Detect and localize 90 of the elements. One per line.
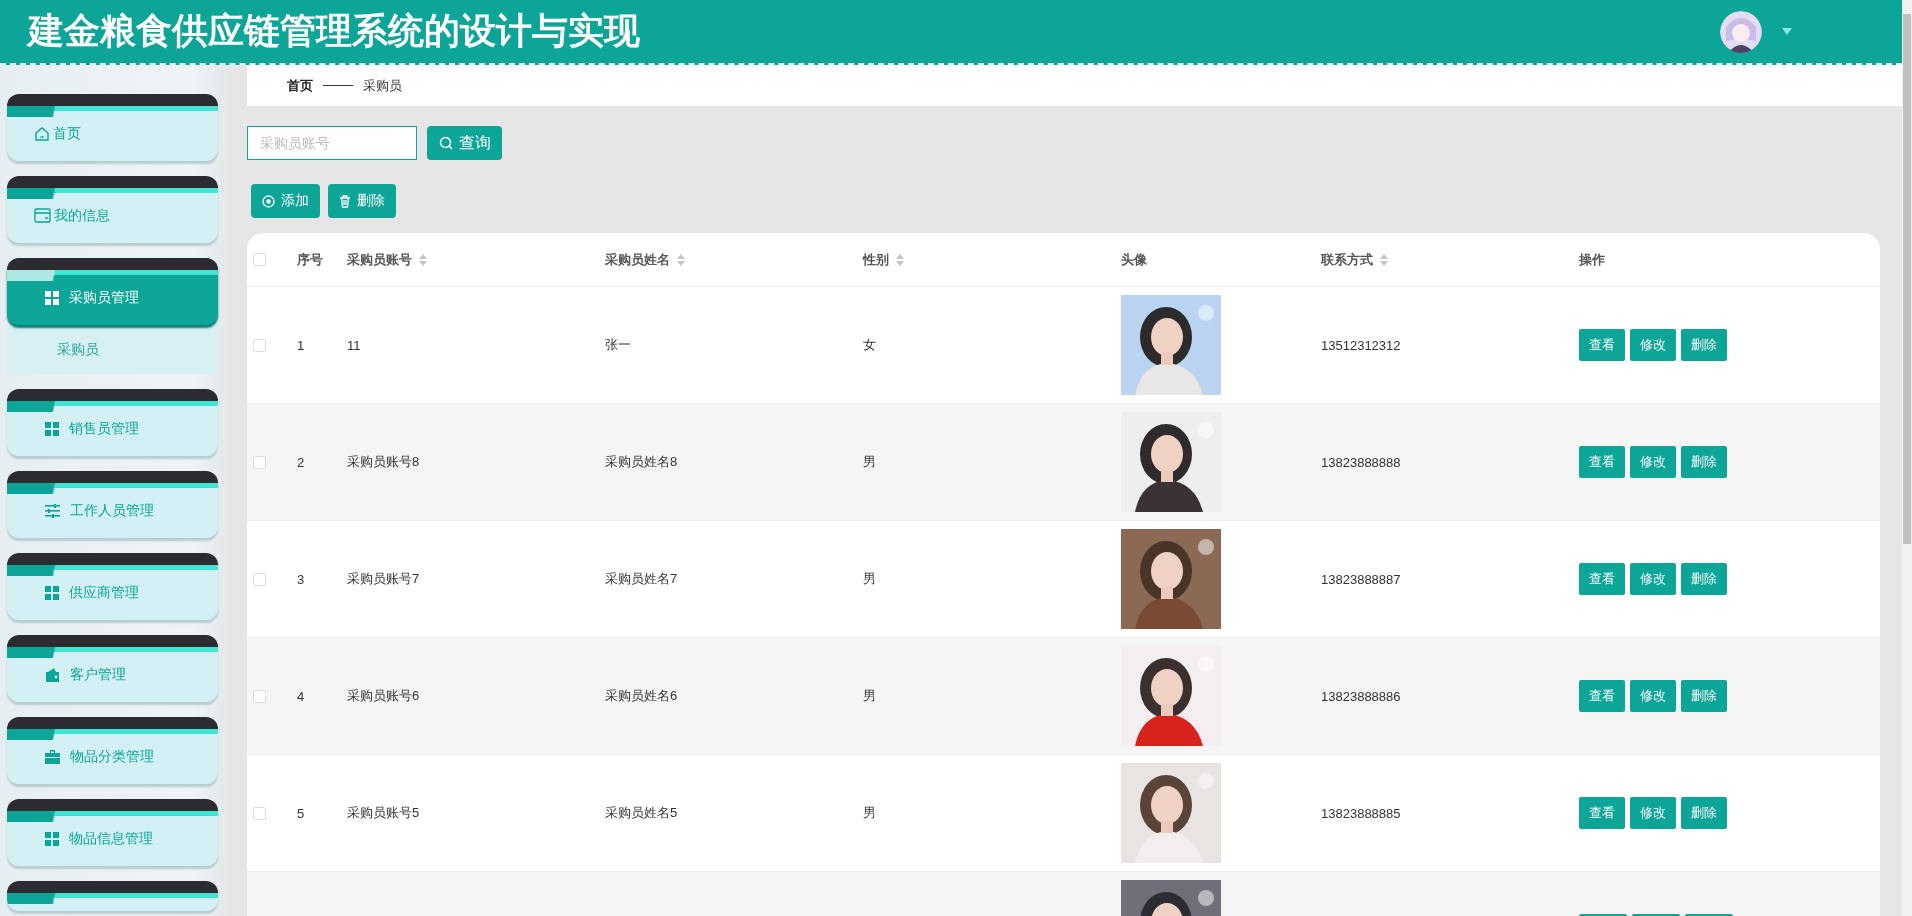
grid-icon [45,290,59,305]
select-all-checkbox[interactable] [253,253,266,266]
wallet-icon [45,667,60,682]
table-cell: 13823888885 [1321,805,1401,821]
table-cell: 13823888886 [1321,688,1401,704]
table-cell: 采购员姓名8 [605,454,678,469]
caret-icon[interactable] [1782,28,1792,35]
table-cell: 采购员姓名7 [605,571,678,586]
table-cell: 1 [297,337,305,353]
sidebar-item[interactable] [7,881,218,911]
action-button[interactable]: 修改 [1630,329,1676,361]
sort-icon[interactable] [419,253,427,266]
row-checkbox[interactable] [253,806,266,820]
column-header: 操作 [1579,250,1605,269]
table-cell: 采购员姓名6 [605,688,678,703]
table-cell: 采购员账号8 [347,454,420,469]
search-icon [439,136,453,150]
briefcase-icon [45,749,60,764]
table-cell: 13823888887 [1321,571,1401,587]
table-cell: 2 [297,454,305,470]
sidebar-item[interactable]: 工作人员管理 [7,471,218,538]
action-button[interactable]: 修改 [1630,446,1676,478]
action-button[interactable]: 查看 [1579,797,1625,829]
column-header[interactable]: 采购员账号 [347,250,412,269]
row-checkbox[interactable] [253,572,266,586]
card-icon [34,208,51,223]
breadcrumb-link[interactable]: 首页 [287,76,313,95]
submenu-item[interactable]: 采购员 [7,325,218,374]
sidebar-item[interactable]: 物品分类管理 [7,717,218,784]
grid-icon [45,585,59,600]
sidebar-item[interactable]: 供应商管理 [7,553,218,620]
breadcrumb-link[interactable]: 采购员 [363,76,402,95]
home-icon [34,125,50,142]
action-button[interactable]: 查看 [1579,563,1625,595]
sidebar-item[interactable]: 采购员管理 [7,258,218,325]
table-cell: 采购员姓名5 [605,805,678,820]
sort-icon[interactable] [1380,253,1388,266]
table-cell: 13823888888 [1321,454,1401,470]
sidebar-item[interactable]: 客户管理 [7,635,218,702]
sidebar-item[interactable]: 首页 [7,94,218,161]
search-field[interactable]: 采购员账号 [247,126,417,160]
sidebar-item[interactable]: 物品信息管理 [7,799,218,866]
action-button[interactable]: 查看 [1579,446,1625,478]
action-button[interactable]: 删除 [1681,446,1727,478]
table-cell: 4 [297,688,305,704]
search-button[interactable]: 查询 [427,126,502,160]
column-header: 头像 [1121,250,1147,269]
table-cell: 张一 [605,337,631,352]
table-cell: 采购员账号5 [347,805,420,820]
table-cell: 采购员账号7 [347,571,420,586]
table-cell: 11 [347,337,361,353]
action-button[interactable]: 修改 [1630,797,1676,829]
table-cell: 采购员账号6 [347,688,420,703]
action-button[interactable]: 查看 [1579,329,1625,361]
table-cell: 女 [863,337,876,352]
avatar[interactable] [1720,10,1762,53]
column-header: 序号 [297,250,323,269]
column-header[interactable]: 性别 [863,250,889,269]
sort-icon[interactable] [896,253,904,266]
table-cell: 男 [863,454,876,469]
table-cell: 男 [863,805,876,820]
action-button[interactable]: 删除 [1681,563,1727,595]
grid-icon [45,831,59,846]
row-checkbox[interactable] [253,455,266,469]
action-button[interactable]: 修改 [1630,563,1676,595]
delete-button[interactable]: 删除 [328,184,396,218]
column-header[interactable]: 采购员姓名 [605,250,670,269]
trash-icon [339,194,351,208]
column-header[interactable]: 联系方式 [1321,250,1373,269]
table-cell: 男 [863,688,876,703]
table-cell: 3 [297,571,305,587]
grid-icon [45,421,59,436]
action-button[interactable]: 删除 [1681,329,1727,361]
table-cell: 男 [863,571,876,586]
action-button[interactable]: 查看 [1579,680,1625,712]
app-title: 建金粮食供应链管理系统的设计与实现 [28,9,641,53]
action-button[interactable]: 删除 [1681,797,1727,829]
sidebar-item[interactable]: 销售员管理 [7,389,218,456]
sliders-icon [45,503,60,518]
action-button[interactable]: 删除 [1681,680,1727,712]
add-button[interactable]: 添加 [251,184,320,218]
row-checkbox[interactable] [253,689,266,703]
plus-circle-icon [262,194,275,208]
table-cell: 5 [297,805,305,821]
scrollbar[interactable] [1902,0,1912,916]
row-checkbox[interactable] [253,338,266,352]
sort-icon[interactable] [677,253,685,266]
action-button[interactable]: 修改 [1630,680,1676,712]
table-cell: 13512312312 [1321,337,1401,353]
sidebar-item[interactable]: 我的信息 [7,176,218,243]
